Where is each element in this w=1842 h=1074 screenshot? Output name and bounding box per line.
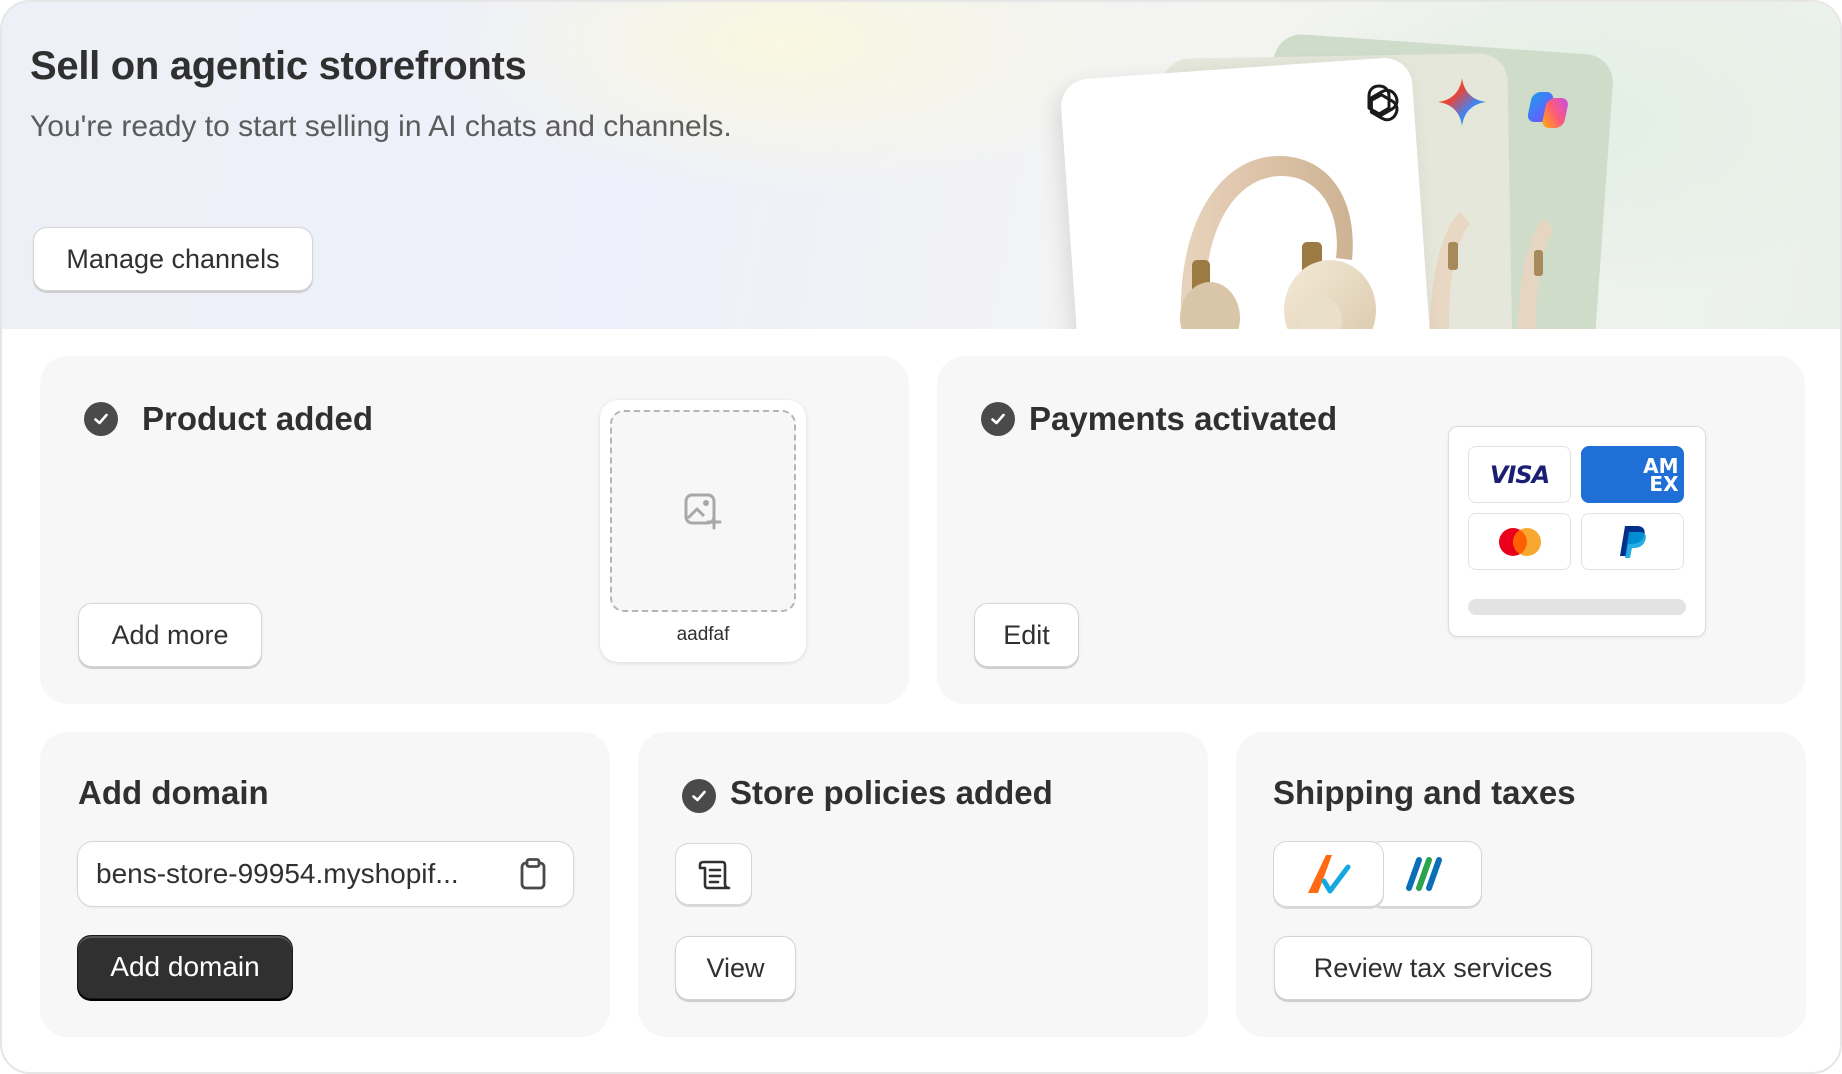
gemini-icon [1438,78,1486,126]
tax-app-avalara-button[interactable] [1273,841,1384,907]
image-placeholder [610,410,796,612]
headphones-image-gemini [1429,212,1470,329]
openai-icon [1367,84,1399,122]
payment-placeholder-bar [1468,599,1686,615]
app-frame: Sell on agentic storefronts You're ready… [0,0,1842,1074]
hero-title: Sell on agentic storefronts [30,44,527,88]
review-tax-services-button[interactable]: Review tax services [1274,936,1592,1000]
shipping-taxes-title: Shipping and taxes [1273,774,1576,811]
view-policies-button[interactable]: View [675,936,796,1000]
vertex-icon [1406,857,1442,891]
product-name: aadfaf [676,624,730,645]
scroll-icon [698,860,730,890]
check-circle-icon [981,402,1015,436]
headphones-image-copilot [1517,218,1554,329]
manage-channels-button[interactable]: Manage channels [33,227,313,291]
add-domain-title: Add domain [78,774,269,811]
avalara-icon [1307,855,1350,894]
hero-banner: Sell on agentic storefronts You're ready… [2,2,1840,329]
clipboard-icon[interactable] [516,857,550,891]
check-circle-icon [682,779,716,813]
domain-value: bens-store-99954.myshopif... [96,858,459,889]
store-policies-title: Store policies added [730,774,1053,811]
payment-methods-panel: VISA AM EX [1448,426,1706,637]
hero-subtitle: You're ready to start selling in AI chat… [30,110,732,143]
image-add-icon [684,493,722,530]
product-added-title: Product added [142,400,374,437]
policy-document-button[interactable] [675,843,752,905]
edit-payments-button[interactable]: Edit [974,603,1079,667]
visa-icon: VISA [1468,446,1571,503]
copilot-icon [1528,92,1568,128]
add-more-button[interactable]: Add more [78,603,262,667]
headphones-image [1180,155,1376,329]
payments-activated-title: Payments activated [1029,400,1338,437]
tax-app-vertex-button[interactable] [1368,841,1482,907]
add-domain-button[interactable]: Add domain [77,935,293,999]
paypal-icon [1581,513,1684,570]
domain-field[interactable]: bens-store-99954.myshopif... [77,841,574,907]
check-circle-icon [84,402,118,436]
mastercard-icon [1468,513,1571,570]
amex-icon: AM EX [1581,446,1684,503]
product-thumbnail[interactable]: aadfaf [600,400,806,662]
